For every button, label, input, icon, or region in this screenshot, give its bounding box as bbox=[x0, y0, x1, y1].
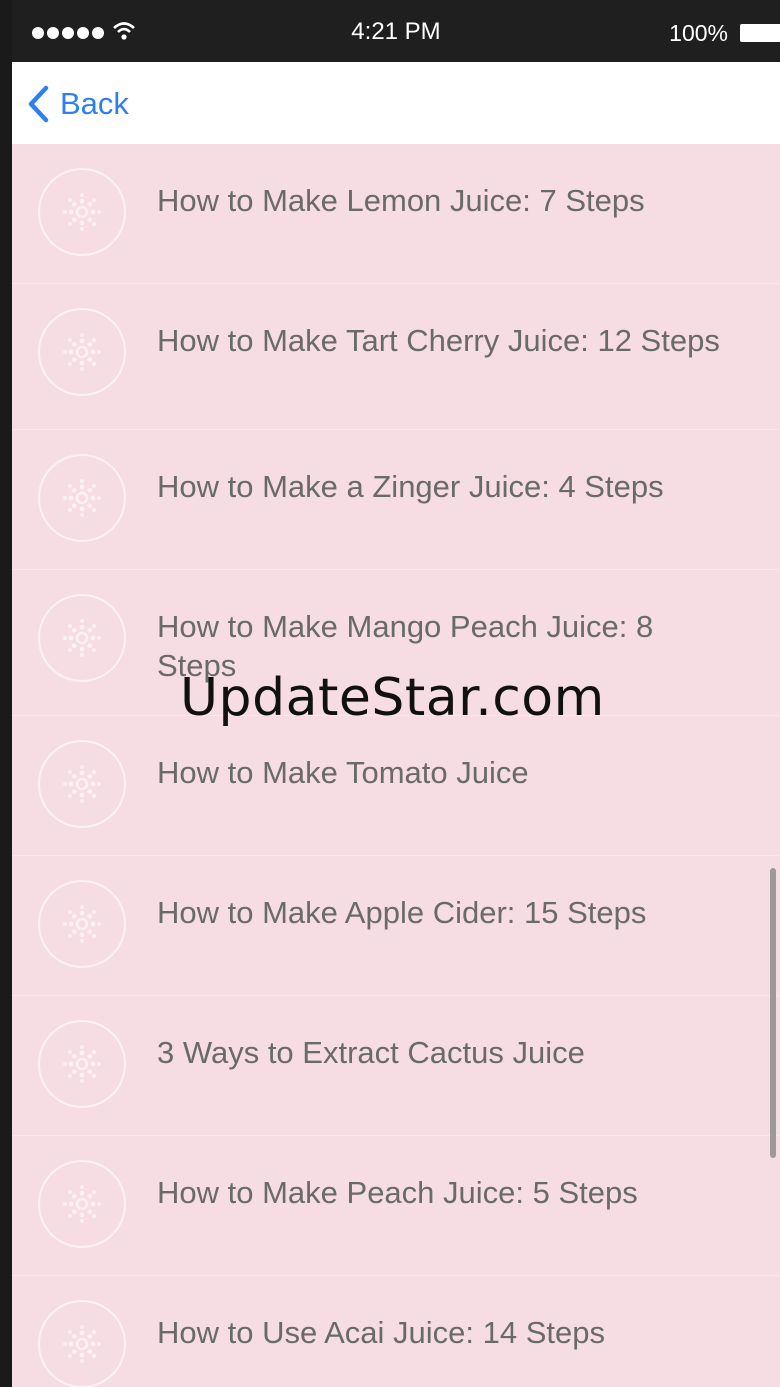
thumbnail-placeholder-icon bbox=[38, 1160, 126, 1248]
battery-percent: 100% bbox=[669, 20, 728, 46]
placeholder-dots-icon bbox=[63, 765, 101, 803]
list-item-title: 3 Ways to Extract Cactus Juice bbox=[157, 1035, 585, 1070]
placeholder-dots-icon bbox=[63, 479, 101, 517]
thumbnail-placeholder-icon bbox=[38, 594, 126, 682]
thumbnail-placeholder-icon bbox=[38, 454, 126, 542]
list-item-title: How to Make Tomato Juice bbox=[157, 755, 529, 790]
thumbnail-placeholder-icon bbox=[38, 1020, 126, 1108]
watermark-text: UpdateStar.com bbox=[180, 668, 605, 728]
thumbnail-placeholder-icon bbox=[38, 168, 126, 256]
placeholder-dots-icon bbox=[63, 619, 101, 657]
thumbnail-placeholder-icon bbox=[38, 880, 126, 968]
list-item-title: How to Use Acai Juice: 14 Steps bbox=[157, 1315, 606, 1350]
scrollbar[interactable] bbox=[770, 868, 776, 1158]
list-item-title: How to Make Lemon Juice: 7 Steps bbox=[157, 183, 645, 218]
status-time: 4:21 PM bbox=[351, 18, 441, 45]
list-item[interactable]: How to Make Peach Juice: 5 Steps bbox=[12, 1136, 780, 1276]
list-item-title: How to Make Apple Cider: 15 Steps bbox=[157, 895, 647, 930]
placeholder-dots-icon bbox=[63, 905, 101, 943]
placeholder-dots-icon bbox=[63, 1185, 101, 1223]
thumbnail-placeholder-icon bbox=[38, 740, 126, 828]
list-item[interactable]: How to Make Lemon Juice: 7 Steps bbox=[12, 144, 780, 284]
list-item[interactable]: How to Make a Zinger Juice: 4 Steps bbox=[12, 430, 780, 570]
navigation-bar: Back bbox=[12, 62, 780, 144]
list-item[interactable]: How to Make Apple Cider: 15 Steps bbox=[12, 856, 780, 996]
thumbnail-placeholder-icon bbox=[38, 1300, 126, 1387]
list-item[interactable]: How to Make Tomato Juice bbox=[12, 716, 780, 856]
list-item[interactable]: How to Make Tart Cherry Juice: 12 Steps bbox=[12, 284, 780, 430]
back-label: Back bbox=[60, 86, 129, 121]
list-item[interactable]: How to Use Acai Juice: 14 Steps bbox=[12, 1276, 780, 1387]
list-item[interactable]: 3 Ways to Extract Cactus Juice bbox=[12, 996, 780, 1136]
placeholder-dots-icon bbox=[63, 193, 101, 231]
list-item-title: How to Make a Zinger Juice: 4 Steps bbox=[157, 469, 664, 504]
chevron-left-icon bbox=[28, 85, 49, 123]
thumbnail-placeholder-icon bbox=[38, 308, 126, 396]
placeholder-dots-icon bbox=[63, 1045, 101, 1083]
placeholder-dots-icon bbox=[63, 333, 101, 371]
battery-icon bbox=[740, 24, 780, 42]
back-button[interactable]: Back bbox=[26, 82, 129, 126]
list-item-title: How to Make Peach Juice: 5 Steps bbox=[157, 1175, 638, 1210]
status-bar: 4:21 PM 100% bbox=[12, 0, 780, 62]
list-item-title: How to Make Tart Cherry Juice: 12 Steps bbox=[157, 323, 720, 358]
placeholder-dots-icon bbox=[63, 1325, 101, 1363]
